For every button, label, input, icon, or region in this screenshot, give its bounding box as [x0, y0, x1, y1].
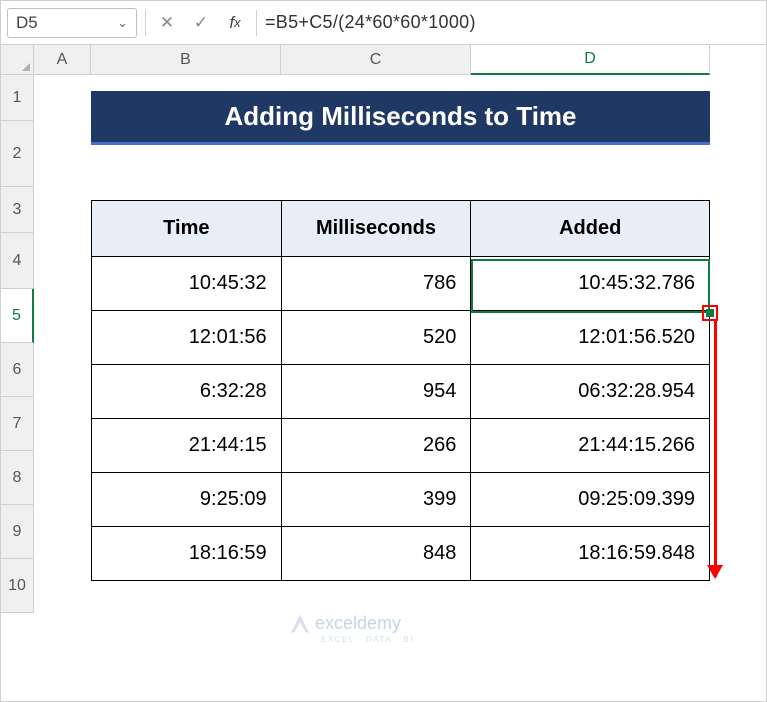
spreadsheet: 1 2 3 4 5 6 7 8 9 10 A B C D Adding Mill… [1, 45, 766, 613]
fill-handle-highlight [702, 305, 718, 321]
table-row: 12:01:56 520 12:01:56.520 [92, 311, 710, 365]
table-row: 10:45:32 786 10:45:32.786 [92, 257, 710, 311]
cell-added[interactable]: 10:45:32.786 [471, 257, 710, 311]
row-header-2[interactable]: 2 [1, 121, 34, 187]
cell-ms[interactable]: 266 [281, 419, 471, 473]
row-header-10[interactable]: 10 [1, 559, 34, 613]
cell-added[interactable]: 18:16:59.848 [471, 527, 710, 581]
row-header-9[interactable]: 9 [1, 505, 34, 559]
cell-added[interactable]: 09:25:09.399 [471, 473, 710, 527]
data-table: Time Milliseconds Added 10:45:32 786 10:… [91, 200, 710, 581]
select-all-corner[interactable] [1, 45, 34, 75]
title-banner: Adding Milliseconds to Time [91, 91, 710, 145]
header-added[interactable]: Added [471, 201, 710, 257]
grid-area[interactable]: A B C D Adding Milliseconds to Time Time… [34, 45, 766, 613]
divider [256, 10, 257, 36]
cell-reference: D5 [16, 13, 38, 33]
row-header-7[interactable]: 7 [1, 397, 34, 451]
watermark-subtext: EXCEL · DATA · BI [321, 635, 414, 644]
cell-ms[interactable]: 520 [281, 311, 471, 365]
col-header-A[interactable]: A [34, 45, 91, 75]
row-header-6[interactable]: 6 [1, 343, 34, 397]
header-time[interactable]: Time [92, 201, 282, 257]
watermark-logo-icon [291, 615, 309, 633]
table-row: 6:32:28 954 06:32:28.954 [92, 365, 710, 419]
table-row: 21:44:15 266 21:44:15.266 [92, 419, 710, 473]
formula-bar: D5 ⌄ ✕ ✓ fx =B5+C5/(24*60*60*1000) [1, 1, 766, 45]
drag-arrow [714, 321, 717, 577]
cancel-icon[interactable]: ✕ [154, 10, 180, 36]
row-header-8[interactable]: 8 [1, 451, 34, 505]
cell-ms[interactable]: 848 [281, 527, 471, 581]
name-box[interactable]: D5 ⌄ [7, 8, 137, 38]
row-header-4[interactable]: 4 [1, 233, 34, 289]
cell-time[interactable]: 9:25:09 [92, 473, 282, 527]
cell-time[interactable]: 12:01:56 [92, 311, 282, 365]
fx-icon[interactable]: fx [222, 10, 248, 36]
cell-time[interactable]: 18:16:59 [92, 527, 282, 581]
table-row: 9:25:09 399 09:25:09.399 [92, 473, 710, 527]
cell-time[interactable]: 10:45:32 [92, 257, 282, 311]
row-header-1[interactable]: 1 [1, 75, 34, 121]
watermark: exceldemy [291, 613, 401, 634]
table-header-row: Time Milliseconds Added [92, 201, 710, 257]
cell-ms[interactable]: 399 [281, 473, 471, 527]
cell-added[interactable]: 06:32:28.954 [471, 365, 710, 419]
row-header-5[interactable]: 5 [1, 289, 34, 343]
cell-added[interactable]: 12:01:56.520 [471, 311, 710, 365]
table-row: 18:16:59 848 18:16:59.848 [92, 527, 710, 581]
row-header-3[interactable]: 3 [1, 187, 34, 233]
cell-time[interactable]: 21:44:15 [92, 419, 282, 473]
cell-time[interactable]: 6:32:28 [92, 365, 282, 419]
watermark-text: exceldemy [315, 613, 401, 634]
formula-input[interactable]: =B5+C5/(24*60*60*1000) [265, 12, 476, 33]
content-area: Adding Milliseconds to Time Time Millise… [91, 45, 710, 581]
cell-added[interactable]: 21:44:15.266 [471, 419, 710, 473]
chevron-down-icon[interactable]: ⌄ [117, 15, 128, 31]
cell-ms[interactable]: 786 [281, 257, 471, 311]
cell-ms[interactable]: 954 [281, 365, 471, 419]
divider [145, 10, 146, 36]
header-ms[interactable]: Milliseconds [281, 201, 471, 257]
enter-icon[interactable]: ✓ [188, 10, 214, 36]
